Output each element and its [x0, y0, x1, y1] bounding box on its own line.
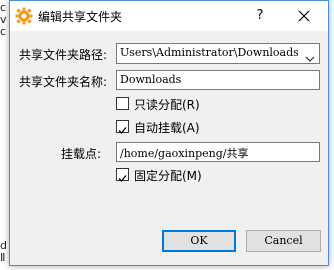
gear-icon: [15, 7, 33, 25]
folder-path-label: 共享文件夹路径:: [19, 48, 108, 62]
readonly-label: 只读分配(R): [134, 98, 200, 112]
dialog-title: 编辑共享文件夹: [38, 10, 123, 24]
automount-checkbox[interactable]: [116, 120, 129, 134]
chevron-down-icon[interactable]: [304, 49, 316, 62]
help-button[interactable]: ?: [246, 5, 274, 27]
background-text: Ⅱ: [0, 251, 6, 264]
title-bar[interactable]: 编辑共享文件夹 ?: [10, 1, 328, 31]
mountpoint-value: /home/gaoxinpeng/共享: [120, 147, 249, 160]
ok-button[interactable]: OK: [162, 230, 236, 252]
folder-path-value: Users\Administrator\Downloads: [120, 46, 298, 59]
checkmark-icon: [118, 127, 127, 134]
background-text: c: [0, 25, 7, 38]
folder-name-value: Downloads: [120, 73, 182, 86]
checkmark-icon: [118, 175, 127, 182]
permanent-label: 固定分配(M): [134, 169, 202, 183]
folder-path-combobox[interactable]: Users\Administrator\Downloads: [116, 43, 320, 64]
cancel-button[interactable]: Cancel: [246, 230, 321, 252]
automount-label: 自动挂载(A): [134, 121, 200, 135]
mountpoint-input[interactable]: /home/gaoxinpeng/共享: [116, 142, 320, 162]
close-icon: [298, 10, 310, 22]
mountpoint-label: 挂载点:: [61, 147, 102, 161]
edit-shared-folder-dialog: 编辑共享文件夹 ? 共享文件夹路径: Users\Administrator\D…: [9, 0, 329, 266]
permanent-checkbox[interactable]: [116, 168, 129, 182]
folder-name-label: 共享文件夹名称:: [19, 75, 108, 89]
close-button[interactable]: [290, 5, 318, 27]
folder-name-input[interactable]: Downloads: [116, 70, 320, 90]
readonly-checkbox[interactable]: [116, 97, 129, 110]
